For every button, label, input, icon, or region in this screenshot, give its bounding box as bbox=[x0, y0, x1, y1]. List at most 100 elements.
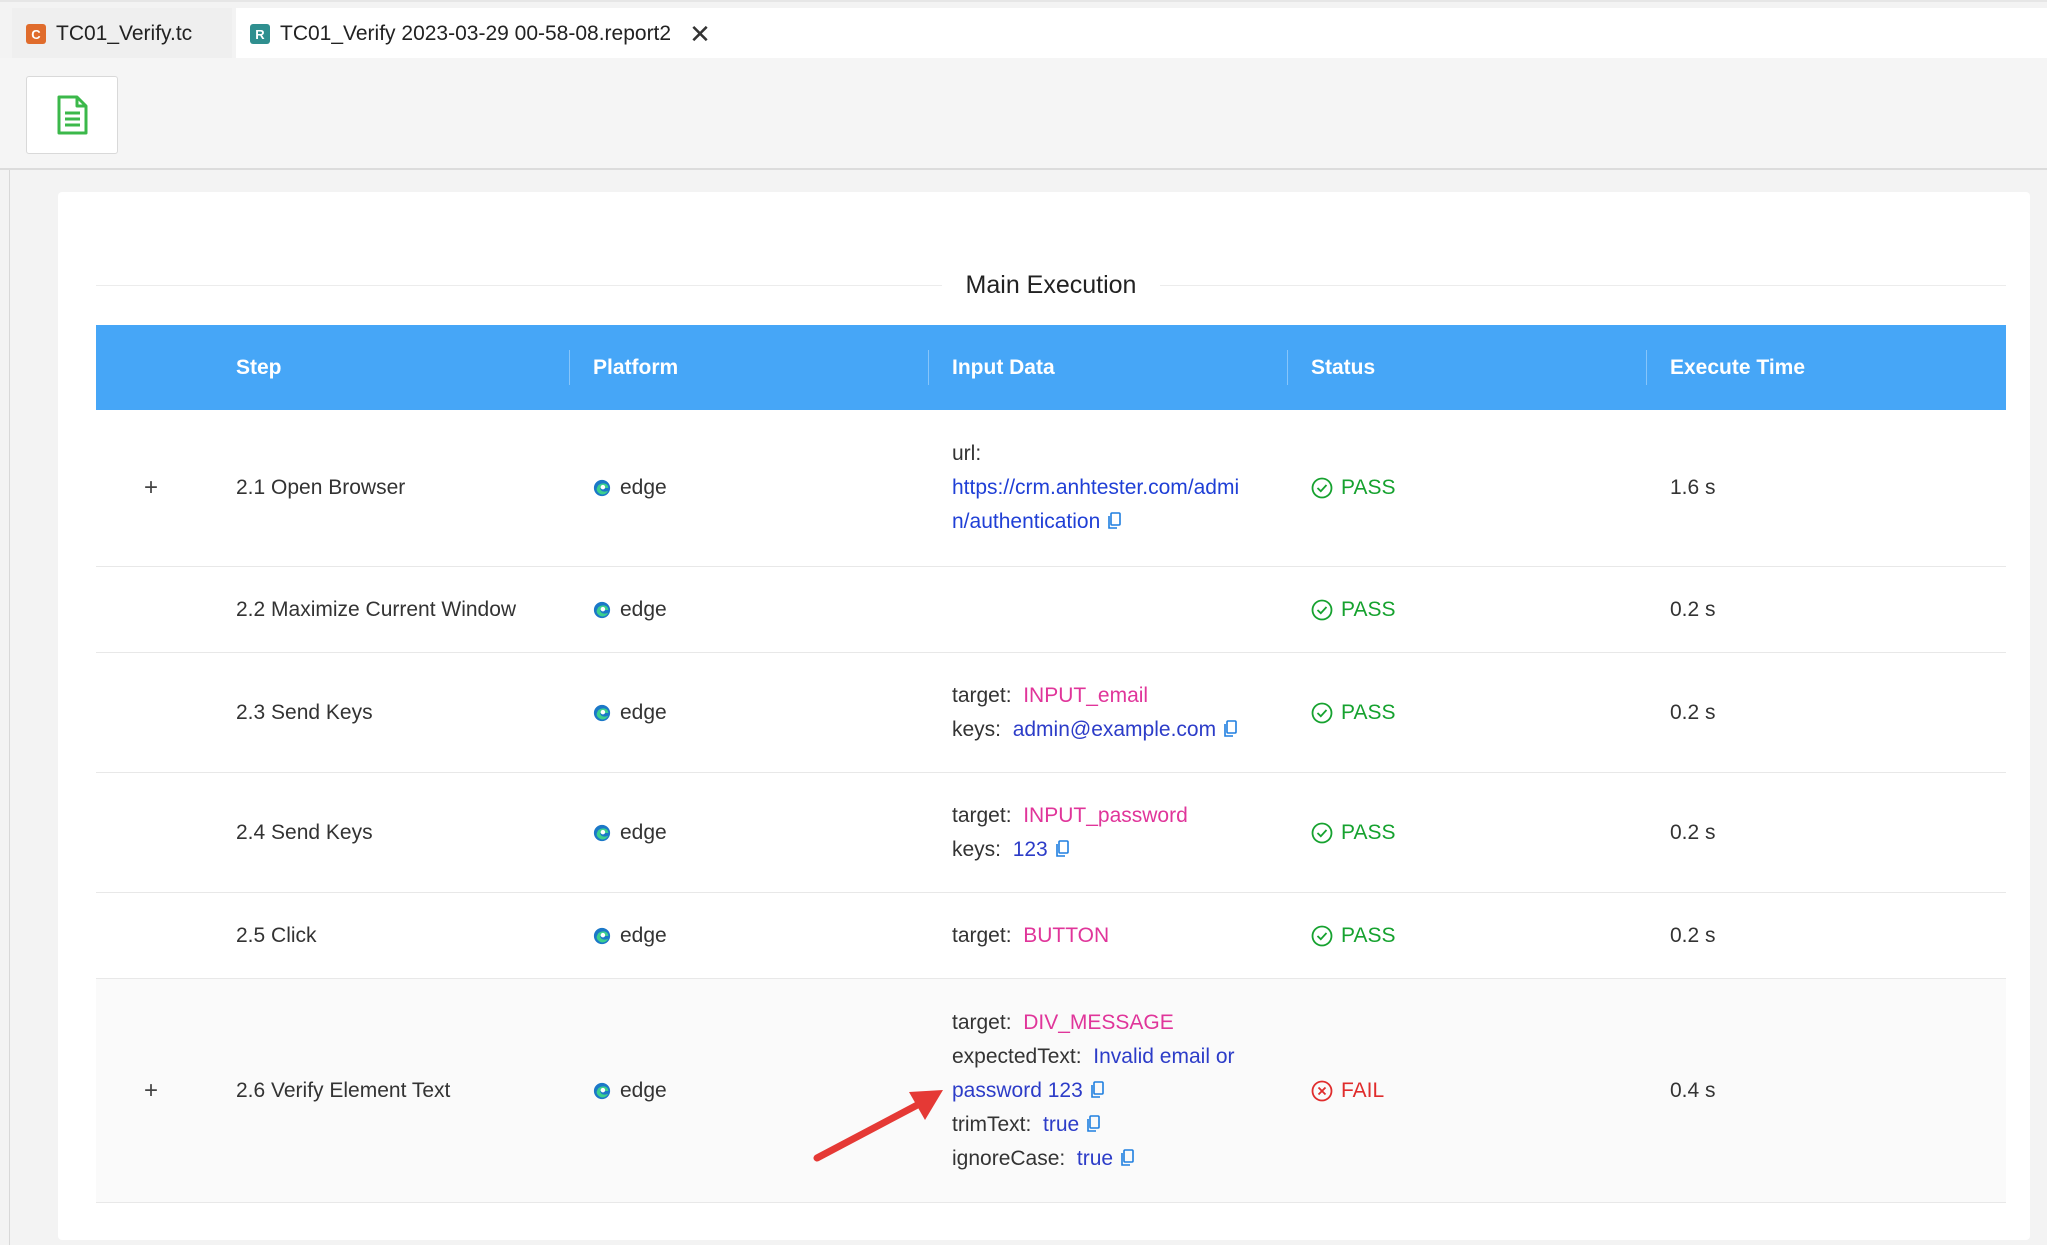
edge-browser-icon bbox=[593, 704, 611, 721]
input-key: target: bbox=[952, 1010, 1012, 1034]
column-separator bbox=[569, 350, 570, 385]
input-key: expectedText: bbox=[952, 1044, 1082, 1068]
copy-icon[interactable] bbox=[1223, 719, 1237, 738]
table-row[interactable]: + 2.6 Verify Element Text edge target: D… bbox=[96, 979, 2006, 1203]
execute-time-cell: 0.2 s bbox=[1670, 820, 1716, 844]
trim-text-value: true bbox=[1043, 1112, 1080, 1136]
execute-time-cell: 1.6 s bbox=[1670, 476, 1716, 499]
expand-cell: + bbox=[96, 410, 196, 566]
status-badge: FAIL bbox=[1311, 1079, 1384, 1103]
report-view-button[interactable] bbox=[26, 76, 118, 154]
divider bbox=[96, 284, 942, 286]
left-gutter bbox=[0, 58, 10, 1245]
table-row[interactable]: 2.3 Send Keys edge target: INPUT_email k… bbox=[96, 653, 2006, 773]
report-card: Main Execution Step Platform Input Data … bbox=[58, 192, 2030, 1240]
check-circle-icon bbox=[1311, 925, 1333, 946]
platform-label: edge bbox=[620, 820, 667, 844]
platform-label: edge bbox=[620, 700, 667, 724]
status-text: PASS bbox=[1341, 820, 1396, 844]
tab-label: TC01_Verify.tc bbox=[56, 22, 193, 45]
status-cell: FAIL bbox=[1311, 979, 1384, 1202]
column-header-step[interactable]: Step bbox=[236, 325, 282, 410]
input-key: target: bbox=[952, 803, 1012, 827]
input-key: keys: bbox=[952, 837, 1002, 861]
expand-row-icon[interactable]: + bbox=[140, 1077, 162, 1104]
edge-browser-icon bbox=[593, 824, 611, 841]
column-header-status[interactable]: Status bbox=[1311, 325, 1375, 410]
expand-row-icon[interactable]: + bbox=[140, 474, 162, 501]
check-circle-icon bbox=[1311, 822, 1333, 843]
copy-icon[interactable] bbox=[1090, 1080, 1104, 1099]
target-value[interactable]: DIV_MESSAGE bbox=[1023, 1011, 1174, 1034]
edge-browser-icon bbox=[593, 1082, 611, 1099]
expand-cell: + bbox=[96, 979, 196, 1202]
execute-time-cell: 0.2 s bbox=[1670, 923, 1716, 947]
status-cell: PASS bbox=[1311, 893, 1395, 978]
input-data-cell: target: INPUT_password keys: 123 bbox=[952, 773, 1188, 892]
tab-report[interactable]: R TC01_Verify 2023-03-29 00-58-08.report… bbox=[236, 8, 742, 60]
url-link[interactable]: https://crm.anhtester.com/admi bbox=[952, 471, 1239, 505]
input-data-cell: url: https://crm.anhtester.com/admi n/au… bbox=[952, 410, 1239, 566]
column-header-input-data[interactable]: Input Data bbox=[952, 325, 1055, 410]
ignore-case-value: true bbox=[1076, 1146, 1114, 1170]
platform-cell: edge bbox=[593, 773, 667, 892]
status-badge: PASS bbox=[1311, 476, 1395, 500]
status-badge: PASS bbox=[1311, 598, 1395, 622]
check-circle-icon bbox=[1311, 702, 1333, 723]
step-cell: 2.1 Open Browser bbox=[236, 476, 406, 499]
check-circle-icon bbox=[1311, 477, 1333, 499]
step-cell: 2.2 Maximize Current Window bbox=[236, 597, 517, 621]
check-circle-icon bbox=[1311, 599, 1333, 620]
table-row[interactable]: 2.5 Click edge target: BUTTON PASS 0.2 s bbox=[96, 893, 2006, 979]
column-separator bbox=[928, 350, 929, 385]
keys-value: 123 bbox=[1012, 837, 1048, 861]
table-header: Step Platform Input Data Status Execute … bbox=[96, 325, 2006, 410]
platform-cell: edge bbox=[593, 893, 667, 978]
url-link[interactable]: n/authentication bbox=[952, 510, 1100, 533]
divider bbox=[1160, 284, 2006, 286]
target-value[interactable]: INPUT_password bbox=[1023, 804, 1188, 827]
step-cell: 2.3 Send Keys bbox=[236, 700, 373, 724]
platform-cell: edge bbox=[593, 567, 667, 652]
copy-icon[interactable] bbox=[1107, 512, 1122, 530]
report-file-icon: R bbox=[250, 24, 270, 44]
test-case-file-icon: C bbox=[26, 24, 46, 44]
x-circle-icon bbox=[1311, 1080, 1333, 1101]
copy-icon[interactable] bbox=[1055, 839, 1069, 858]
copy-icon[interactable] bbox=[1086, 1114, 1101, 1133]
step-cell: 2.6 Verify Element Text bbox=[236, 1078, 451, 1102]
column-separator bbox=[1287, 350, 1288, 385]
status-text: PASS bbox=[1341, 923, 1396, 947]
tab-label: TC01_Verify 2023-03-29 00-58-08.report2 bbox=[280, 22, 672, 45]
table-row[interactable]: 2.4 Send Keys edge target: INPUT_passwor… bbox=[96, 773, 2006, 893]
column-header-execute-time[interactable]: Execute Time bbox=[1670, 325, 1805, 410]
input-data-cell: target: DIV_MESSAGE expectedText: Invali… bbox=[952, 979, 1235, 1202]
execute-time-cell: 0.2 s bbox=[1670, 700, 1716, 724]
tab-bar: C TC01_Verify.tc R TC01_Verify 2023-03-2… bbox=[0, 0, 2047, 60]
table-row[interactable]: 2.2 Maximize Current Window edge PASS 0.… bbox=[96, 567, 2006, 653]
step-cell: 2.5 Click bbox=[236, 923, 317, 947]
copy-icon[interactable] bbox=[1120, 1148, 1134, 1167]
keys-value: admin@example.com bbox=[1012, 717, 1217, 741]
edge-browser-icon bbox=[593, 601, 611, 618]
tab-test-case[interactable]: C TC01_Verify.tc bbox=[12, 8, 232, 60]
execute-time-cell: 0.4 s bbox=[1670, 1078, 1716, 1102]
section-title: Main Execution bbox=[96, 270, 2006, 300]
input-key: target: bbox=[952, 683, 1012, 707]
target-value[interactable]: BUTTON bbox=[1023, 924, 1109, 947]
column-header-platform[interactable]: Platform bbox=[593, 325, 678, 410]
edge-browser-icon bbox=[593, 479, 611, 497]
input-data-cell: target: INPUT_email keys: admin@example.… bbox=[952, 653, 1237, 772]
expected-text-value: password 123 bbox=[952, 1078, 1083, 1102]
execute-time-cell: 0.2 s bbox=[1670, 597, 1716, 621]
input-key: keys: bbox=[952, 717, 1002, 741]
toolbar bbox=[0, 58, 2047, 170]
status-text: PASS bbox=[1341, 597, 1396, 621]
platform-label: edge bbox=[620, 476, 667, 499]
tab-strip-filler bbox=[742, 8, 2047, 60]
table-row[interactable]: + 2.1 Open Browser edge url: https://crm… bbox=[96, 410, 2006, 567]
status-cell: PASS bbox=[1311, 653, 1395, 772]
target-value[interactable]: INPUT_email bbox=[1023, 684, 1148, 707]
step-cell: 2.4 Send Keys bbox=[236, 820, 373, 844]
close-icon[interactable]: ✕ bbox=[689, 19, 711, 50]
